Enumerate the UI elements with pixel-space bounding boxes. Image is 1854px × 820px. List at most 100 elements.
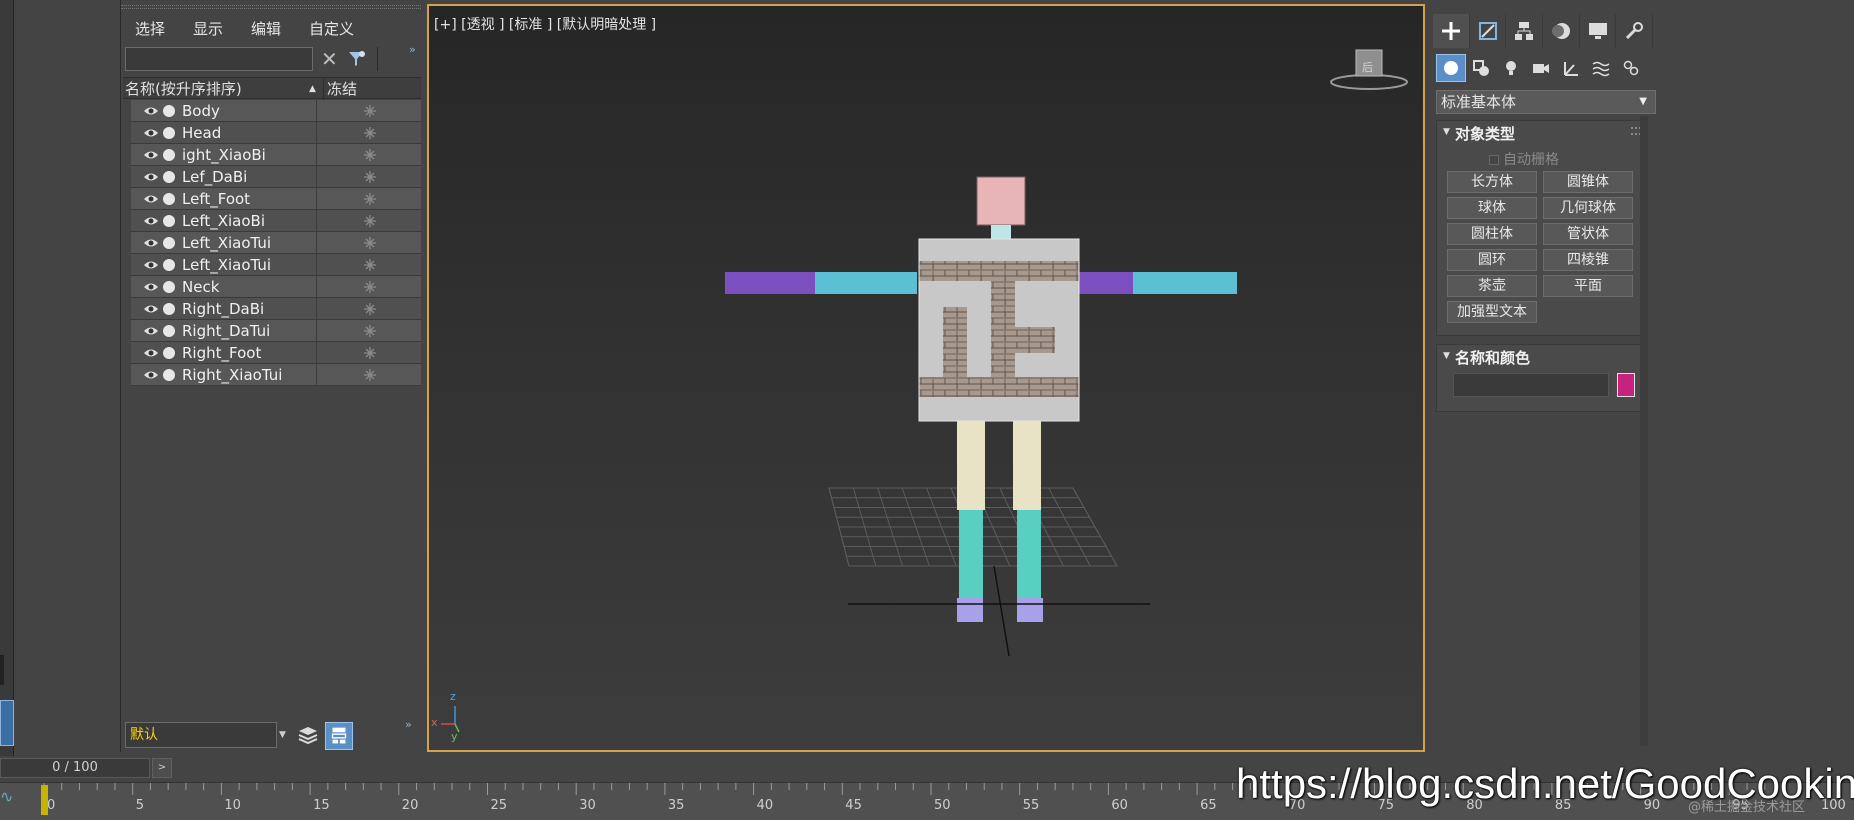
object-row[interactable]: Left_Foot — [131, 188, 421, 210]
rollout-collapse-icon[interactable]: ▼ — [1443, 127, 1450, 137]
menu-select[interactable]: 选择 — [121, 18, 179, 40]
viewport-label-menu[interactable]: [+] [透视 ] [标准 ] [默认明暗处理 ] — [434, 14, 656, 34]
object-row[interactable]: Body — [131, 100, 421, 122]
shapes-icon[interactable] — [1466, 54, 1496, 82]
snowflake-icon[interactable] — [363, 170, 377, 184]
neck[interactable] — [991, 225, 1011, 239]
spacewarps-icon[interactable] — [1586, 54, 1616, 82]
autogrid-checkbox[interactable]: 自动栅格 — [1489, 149, 1559, 169]
layer-select[interactable]: 默认 — [125, 722, 277, 748]
scene-explorer-icon[interactable] — [325, 722, 353, 750]
object-name[interactable]: Neck — [182, 276, 219, 298]
right-shin[interactable] — [1017, 510, 1041, 598]
object-name[interactable]: Head — [182, 122, 221, 144]
expand-arrows-icon[interactable]: ›› — [409, 43, 416, 56]
snowflake-icon[interactable] — [363, 280, 377, 294]
object-name[interactable]: ight_XiaoBi — [182, 144, 266, 166]
menu-display[interactable]: 显示 — [179, 18, 237, 40]
plane-button[interactable]: 平面 — [1543, 275, 1633, 297]
object-name[interactable]: Right_DaBi — [182, 298, 264, 320]
expand-arrows-icon[interactable]: ›› — [405, 718, 412, 731]
display-icon[interactable] — [1580, 14, 1617, 48]
geosphere-button[interactable]: 几何球体 — [1543, 197, 1633, 219]
snowflake-icon[interactable] — [363, 302, 377, 316]
object-row[interactable]: Right_DaBi — [131, 298, 421, 320]
snowflake-icon[interactable] — [363, 104, 377, 118]
left-upper-arm[interactable] — [725, 272, 815, 294]
object-name[interactable]: Left_XiaoTui — [182, 254, 271, 276]
object-color-swatch[interactable] — [1617, 373, 1635, 397]
object-row[interactable]: ight_XiaoBi — [131, 144, 421, 166]
object-name-field[interactable] — [1453, 373, 1609, 397]
hierarchy-icon[interactable] — [1506, 14, 1544, 48]
object-name[interactable]: Lef_DaBi — [182, 166, 247, 188]
object-row[interactable]: Right_Foot — [131, 342, 421, 364]
snowflake-icon[interactable] — [363, 192, 377, 206]
object-row[interactable]: Neck — [131, 276, 421, 298]
snowflake-icon[interactable] — [363, 148, 377, 162]
systems-icon[interactable] — [1616, 54, 1646, 82]
object-name[interactable]: Right_DaTui — [182, 320, 270, 342]
cylinder-button[interactable]: 圆柱体 — [1447, 223, 1537, 245]
eye-icon[interactable] — [143, 192, 159, 206]
left-foot[interactable] — [957, 598, 983, 622]
eye-icon[interactable] — [143, 258, 159, 272]
menu-customize[interactable]: 自定义 — [295, 18, 368, 40]
plus-icon[interactable] — [1433, 14, 1470, 48]
eye-icon[interactable] — [143, 236, 159, 250]
textplus-button[interactable]: 加强型文本 — [1447, 301, 1537, 323]
menu-edit[interactable]: 编辑 — [237, 18, 295, 40]
search-input[interactable] — [125, 47, 313, 71]
left-forearm[interactable] — [815, 272, 917, 294]
geometry-icon[interactable] — [1436, 54, 1466, 82]
object-row[interactable]: Left_XiaoBi — [131, 210, 421, 232]
rollout-collapse-icon[interactable]: ▼ — [1443, 351, 1450, 361]
column-freeze-header[interactable]: 冻结 — [323, 78, 357, 100]
command-panel-scrollbar[interactable] — [1640, 116, 1648, 746]
object-name[interactable]: Right_XiaoTui — [182, 364, 282, 386]
motion-icon[interactable] — [1543, 14, 1580, 48]
snowflake-icon[interactable] — [363, 236, 377, 250]
head[interactable] — [976, 176, 1026, 226]
right-thigh[interactable] — [1013, 421, 1041, 510]
object-row[interactable]: Head — [131, 122, 421, 144]
eye-icon[interactable] — [143, 126, 159, 140]
eye-icon[interactable] — [143, 148, 159, 162]
box-button[interactable]: 长方体 — [1447, 171, 1537, 193]
perspective-viewport[interactable]: [+] [透视 ] [标准 ] [默认明暗处理 ] z x y 后 — [427, 4, 1425, 752]
object-row[interactable]: Left_XiaoTui — [131, 254, 421, 276]
panel-grip[interactable] — [121, 5, 421, 9]
layers-icon[interactable] — [295, 722, 321, 748]
utilities-icon[interactable] — [1616, 14, 1654, 48]
tube-button[interactable]: 管状体 — [1543, 223, 1633, 245]
chevron-down-icon[interactable]: ▼ — [279, 722, 289, 748]
category-dropdown[interactable]: 标准基本体 ▼ — [1436, 90, 1656, 114]
cone-button[interactable]: 圆锥体 — [1543, 171, 1633, 193]
filter-icon[interactable] — [347, 49, 367, 69]
eye-icon[interactable] — [143, 170, 159, 184]
cameras-icon[interactable] — [1526, 54, 1556, 82]
object-row[interactable]: Lef_DaBi — [131, 166, 421, 188]
active-strip-button[interactable] — [0, 700, 14, 746]
snowflake-icon[interactable] — [363, 346, 377, 360]
next-frame-icon[interactable]: > — [152, 758, 172, 778]
left-thigh[interactable] — [957, 421, 985, 510]
object-name[interactable]: Right_Foot — [182, 342, 261, 364]
lights-icon[interactable] — [1496, 54, 1526, 82]
right-forearm[interactable] — [1133, 272, 1237, 294]
body[interactable] — [918, 238, 1080, 422]
eye-icon[interactable] — [143, 346, 159, 360]
snowflake-icon[interactable] — [363, 368, 377, 382]
torus-button[interactable]: 圆环 — [1447, 249, 1537, 271]
object-row[interactable]: Right_XiaoTui — [131, 364, 421, 386]
object-name[interactable]: Body — [182, 100, 220, 122]
left-shin[interactable] — [959, 510, 983, 598]
pyramid-button[interactable]: 四棱锥 — [1543, 249, 1633, 271]
eye-icon[interactable] — [143, 280, 159, 294]
snowflake-icon[interactable] — [363, 324, 377, 338]
object-row[interactable]: Right_DaTui — [131, 320, 421, 342]
teapot-button[interactable]: 茶壶 — [1447, 275, 1537, 297]
frame-indicator[interactable]: 0 / 100 — [0, 758, 150, 778]
eye-icon[interactable] — [143, 302, 159, 316]
snowflake-icon[interactable] — [363, 126, 377, 140]
